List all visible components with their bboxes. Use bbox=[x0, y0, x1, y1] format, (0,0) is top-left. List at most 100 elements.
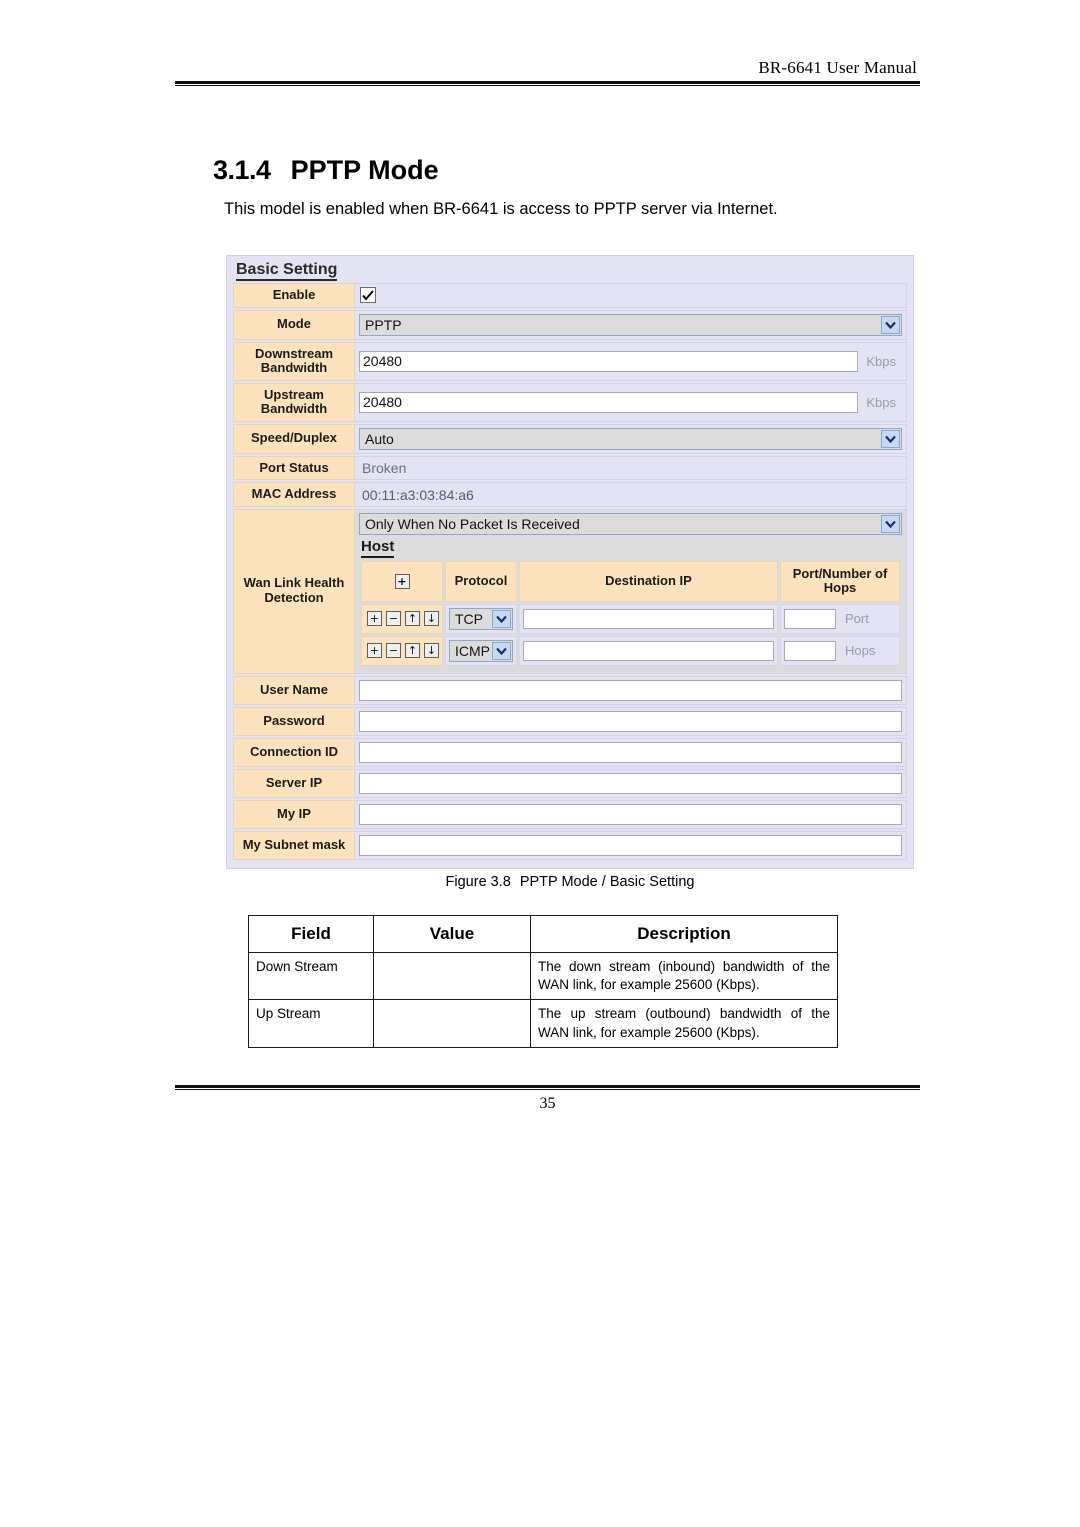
form-row-mode: Mode PPTP bbox=[233, 309, 907, 340]
protocol-select[interactable]: TCP bbox=[449, 607, 513, 630]
destination-ip-input[interactable] bbox=[523, 640, 774, 661]
port-field-group: Port bbox=[784, 608, 896, 629]
row-remove-button[interactable]: − bbox=[386, 643, 401, 659]
field-wan-link-health-detection: Only When No Packet Is Received Host + P… bbox=[355, 508, 907, 674]
description-table: Field Value Description Down Stream The … bbox=[248, 915, 838, 1048]
host-row-actions: + − ↑ ↓ bbox=[361, 603, 443, 634]
label-mode: Mode bbox=[233, 309, 355, 340]
page-title: 3.1.4 PPTP Mode bbox=[213, 155, 439, 186]
port-input[interactable] bbox=[784, 608, 836, 629]
row-move-down-button[interactable]: ↓ bbox=[424, 643, 439, 659]
desc-cell-value bbox=[373, 951, 531, 1001]
field-upstream-bandwidth: 20480 Kbps bbox=[355, 382, 907, 422]
enable-checkbox[interactable] bbox=[360, 287, 376, 304]
hops-placeholder-label: Hops bbox=[845, 643, 876, 659]
label-mac-address: MAC Address bbox=[233, 482, 355, 507]
host-section-title: Host bbox=[359, 535, 902, 559]
wan-link-detection-select-value: Only When No Packet Is Received bbox=[365, 515, 580, 532]
label-port-status: Port Status bbox=[233, 455, 355, 481]
label-my-subnet-mask: My Subnet mask bbox=[233, 830, 355, 860]
field-password bbox=[355, 706, 907, 736]
upstream-bandwidth-input[interactable]: 20480 bbox=[359, 391, 859, 413]
user-name-input[interactable] bbox=[359, 679, 902, 701]
field-downstream-bandwidth: 20480 Kbps bbox=[355, 341, 907, 381]
protocol-select[interactable]: ICMP bbox=[449, 639, 513, 662]
destination-ip-input[interactable] bbox=[523, 608, 774, 629]
mac-address-value: 00:11:a3:03:84:a6 bbox=[362, 486, 474, 503]
form-row-password: Password bbox=[233, 706, 907, 736]
chevron-down-icon[interactable] bbox=[881, 429, 900, 448]
header-divider bbox=[175, 81, 920, 86]
page-header: BR-6641 User Manual bbox=[175, 58, 920, 86]
page-number: 35 bbox=[539, 1095, 556, 1112]
desc-cell-value bbox=[373, 999, 531, 1048]
form-row-port-status: Port Status Broken bbox=[233, 455, 907, 481]
chevron-down-icon[interactable] bbox=[492, 641, 511, 660]
desc-cell-description: The up stream (outbound) bandwidth of th… bbox=[530, 999, 838, 1048]
host-col-protocol: Protocol bbox=[445, 560, 517, 602]
page-footer: 35 bbox=[175, 1085, 920, 1113]
row-remove-button[interactable]: − bbox=[386, 611, 401, 627]
section-title: PPTP Mode bbox=[290, 155, 439, 185]
table-row: Up Stream The up stream (outbound) bandw… bbox=[248, 999, 838, 1048]
form-row-upstream-bandwidth: Upstream Bandwidth 20480 Kbps bbox=[233, 382, 907, 422]
row-add-button[interactable]: + bbox=[367, 643, 382, 659]
figure-caption-text: PPTP Mode / Basic Setting bbox=[519, 874, 695, 890]
host-row-port-cell: Hops bbox=[780, 635, 900, 666]
host-row-destination-cell bbox=[519, 635, 778, 666]
desc-cell-field: Down Stream bbox=[248, 951, 374, 1001]
host-row-protocol-cell: TCP bbox=[445, 603, 517, 634]
chevron-down-icon[interactable] bbox=[881, 514, 900, 533]
speed-duplex-select[interactable]: Auto bbox=[359, 427, 902, 450]
table-row: + − ↑ ↓ TCP Port bbox=[361, 603, 900, 634]
label-enable: Enable bbox=[233, 283, 355, 308]
desc-col-value: Value bbox=[373, 915, 531, 953]
desc-cell-description: The down stream (inbound) bandwidth of t… bbox=[530, 951, 838, 1001]
downstream-bandwidth-input[interactable]: 20480 bbox=[359, 350, 859, 372]
add-row-button[interactable]: + bbox=[394, 573, 410, 589]
footer-divider bbox=[175, 1085, 920, 1090]
password-input[interactable] bbox=[359, 710, 902, 732]
chevron-down-icon[interactable] bbox=[881, 315, 900, 334]
row-move-up-button[interactable]: ↑ bbox=[405, 643, 420, 659]
hops-field-group: Hops bbox=[784, 640, 896, 661]
row-move-up-button[interactable]: ↑ bbox=[405, 611, 420, 627]
label-connection-id: Connection ID bbox=[233, 737, 355, 767]
my-ip-input[interactable] bbox=[359, 803, 902, 825]
host-row-protocol-cell: ICMP bbox=[445, 635, 517, 666]
field-mode: PPTP bbox=[355, 309, 907, 340]
form-row-connection-id: Connection ID bbox=[233, 737, 907, 767]
row-move-down-button[interactable]: ↓ bbox=[424, 611, 439, 627]
row-add-button[interactable]: + bbox=[367, 611, 382, 627]
my-subnet-mask-input[interactable] bbox=[359, 834, 902, 856]
form-row-wan-link-health-detection: Wan Link Health Detection Only When No P… bbox=[233, 508, 907, 674]
connection-id-input[interactable] bbox=[359, 741, 902, 763]
section-number: 3.1.4 bbox=[213, 155, 271, 185]
wan-link-detection-select[interactable]: Only When No Packet Is Received bbox=[359, 512, 902, 535]
server-ip-input[interactable] bbox=[359, 772, 902, 794]
form-row-server-ip: Server IP bbox=[233, 768, 907, 798]
table-row: + − ↑ ↓ ICMP Hops bbox=[361, 635, 900, 666]
table-row: Down Stream The down stream (inbound) ba… bbox=[248, 951, 838, 1001]
label-user-name: User Name bbox=[233, 675, 355, 705]
form-row-speed-duplex: Speed/Duplex Auto bbox=[233, 423, 907, 454]
basic-setting-panel: Basic Setting Enable Mode PPTP Downstrea… bbox=[226, 255, 914, 869]
host-row-port-cell: Port bbox=[780, 603, 900, 634]
chevron-down-icon[interactable] bbox=[492, 609, 511, 628]
mode-select[interactable]: PPTP bbox=[359, 313, 902, 336]
hops-input[interactable] bbox=[784, 640, 836, 661]
desc-cell-field: Up Stream bbox=[248, 999, 374, 1048]
host-col-add: + bbox=[361, 560, 443, 602]
manual-title: BR-6641 User Manual bbox=[758, 58, 917, 77]
field-user-name bbox=[355, 675, 907, 705]
field-speed-duplex: Auto bbox=[355, 423, 907, 454]
label-upstream-bandwidth: Upstream Bandwidth bbox=[233, 382, 355, 422]
host-table: + Protocol Destination IP Port/Number of… bbox=[359, 559, 902, 668]
desc-col-description: Description bbox=[530, 915, 838, 953]
protocol-select-value: TCP bbox=[455, 610, 483, 627]
form-row-enable: Enable bbox=[233, 283, 907, 308]
form-row-my-ip: My IP bbox=[233, 799, 907, 829]
speed-duplex-select-value: Auto bbox=[365, 430, 394, 447]
host-section-title-text: Host bbox=[361, 537, 395, 558]
host-row-actions: + − ↑ ↓ bbox=[361, 635, 443, 666]
